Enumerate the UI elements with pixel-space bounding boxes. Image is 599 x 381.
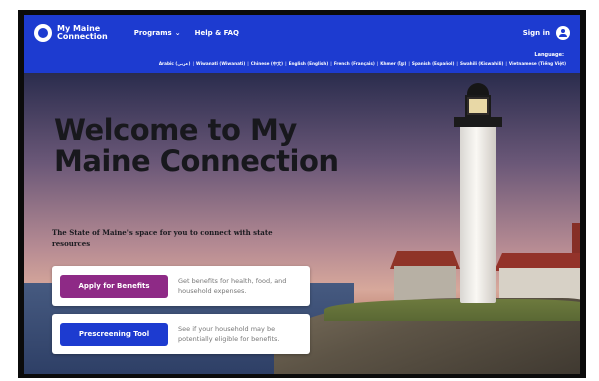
prescreening-tool-button[interactable]: Prescreening Tool bbox=[60, 322, 168, 346]
chevron-down-icon: ⌄ bbox=[174, 29, 181, 37]
language-option[interactable]: Arabic (عربي) bbox=[159, 61, 191, 68]
language-option[interactable]: English (English) bbox=[289, 61, 329, 68]
language-option[interactable]: Khmer (ខ្មែរ) bbox=[380, 61, 406, 68]
site-header: My Maine Connection Programs ⌄ Help & FA… bbox=[24, 15, 580, 51]
language-option[interactable]: Wiwanati (Wiwanati) bbox=[196, 61, 245, 68]
nav-programs[interactable]: Programs ⌄ bbox=[134, 29, 181, 37]
screenshot-frame: My Maine Connection Programs ⌄ Help & FA… bbox=[18, 10, 586, 378]
lighthouse-image bbox=[460, 125, 496, 303]
user-account-icon bbox=[556, 26, 570, 40]
page-title: Welcome to My Maine Connection bbox=[54, 113, 339, 178]
nav-programs-label: Programs bbox=[133, 29, 172, 37]
language-bar: Language: Arabic (عربي) | Wiwanati (Wiwan… bbox=[24, 51, 580, 73]
site-logo[interactable]: My Maine Connection bbox=[34, 24, 108, 42]
language-option[interactable]: Swahili (Kiswahili) bbox=[460, 61, 503, 68]
hero-subtitle: The State of Maine's space for you to co… bbox=[52, 228, 273, 248]
language-label: Language: bbox=[534, 52, 564, 58]
logo-text: My Maine Connection bbox=[57, 24, 108, 41]
browser-viewport: My Maine Connection Programs ⌄ Help & FA… bbox=[24, 15, 580, 374]
language-list: Arabic (عربي) | Wiwanati (Wiwanati) | Chin… bbox=[158, 61, 566, 68]
main-nav: Programs ⌄ Help & FAQ bbox=[134, 29, 239, 37]
sign-in-link[interactable]: Sign in bbox=[523, 26, 570, 40]
prescreening-description: See if your household may be potentially… bbox=[178, 325, 280, 343]
hero-section: Welcome to My Maine Connection The State… bbox=[24, 73, 580, 374]
sign-in-label: Sign in bbox=[522, 29, 550, 37]
prescreening-card: Prescreening Tool See if your household … bbox=[52, 314, 310, 354]
nav-help-label: Help & FAQ bbox=[194, 29, 239, 37]
language-option[interactable]: Vietnamese (Tiếng Việt) bbox=[509, 61, 566, 68]
maine-logo-icon bbox=[34, 24, 52, 42]
apply-for-benefits-button[interactable]: Apply for Benefits bbox=[60, 274, 168, 298]
apply-benefits-card: Apply for Benefits Get benefits for heal… bbox=[52, 266, 310, 306]
language-option[interactable]: Spanish (Español) bbox=[412, 61, 454, 68]
language-option[interactable]: French (Français) bbox=[334, 61, 375, 68]
nav-help-faq[interactable]: Help & FAQ bbox=[195, 29, 239, 37]
apply-benefits-description: Get benefits for health, food, and house… bbox=[178, 277, 287, 295]
language-option[interactable]: Chinese (中文) bbox=[251, 61, 283, 68]
